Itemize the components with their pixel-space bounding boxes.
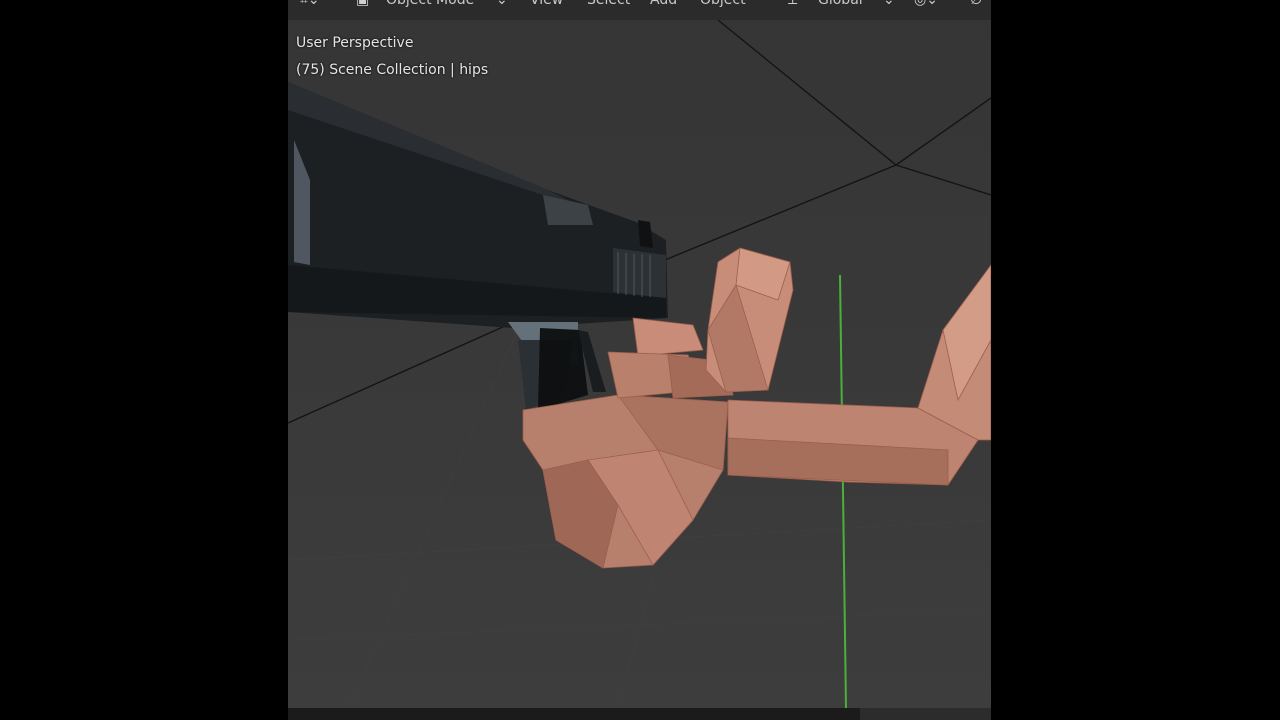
mode-dropdown[interactable]: Object Mode [386, 0, 474, 8]
menu-add[interactable]: Add [650, 0, 677, 8]
3d-viewport[interactable]: ⌗⌄ ▣ Object Mode ⌄ View Select Add Objec… [288, 0, 991, 708]
menu-select[interactable]: Select [587, 0, 630, 8]
collection-info-label: (75) Scene Collection | hips [296, 62, 489, 78]
menu-view[interactable]: View [530, 0, 563, 8]
orientation-dropdown[interactable]: Global [818, 0, 863, 8]
status-strip-segment [860, 708, 991, 720]
viewport-header: ⌗⌄ ▣ Object Mode ⌄ View Select Add Objec… [288, 0, 991, 20]
pivot-point-icon[interactable]: ◎⌄ [914, 0, 938, 8]
object-cube-icon[interactable]: ▣ [356, 0, 369, 8]
menu-object[interactable]: Object [700, 0, 746, 8]
scene-render[interactable] [288, 0, 991, 708]
transform-grid-icon[interactable]: ⌗⌄ [300, 0, 320, 8]
view-name-label: User Perspective [296, 35, 414, 51]
transform-orientation-icon[interactable]: ⟂ [788, 0, 797, 8]
status-strip [288, 708, 991, 720]
chevron-down-icon[interactable]: ⌄ [883, 0, 895, 8]
chevron-down-icon[interactable]: ⌄ [496, 0, 508, 8]
snap-icon[interactable]: ∅ [970, 0, 982, 8]
